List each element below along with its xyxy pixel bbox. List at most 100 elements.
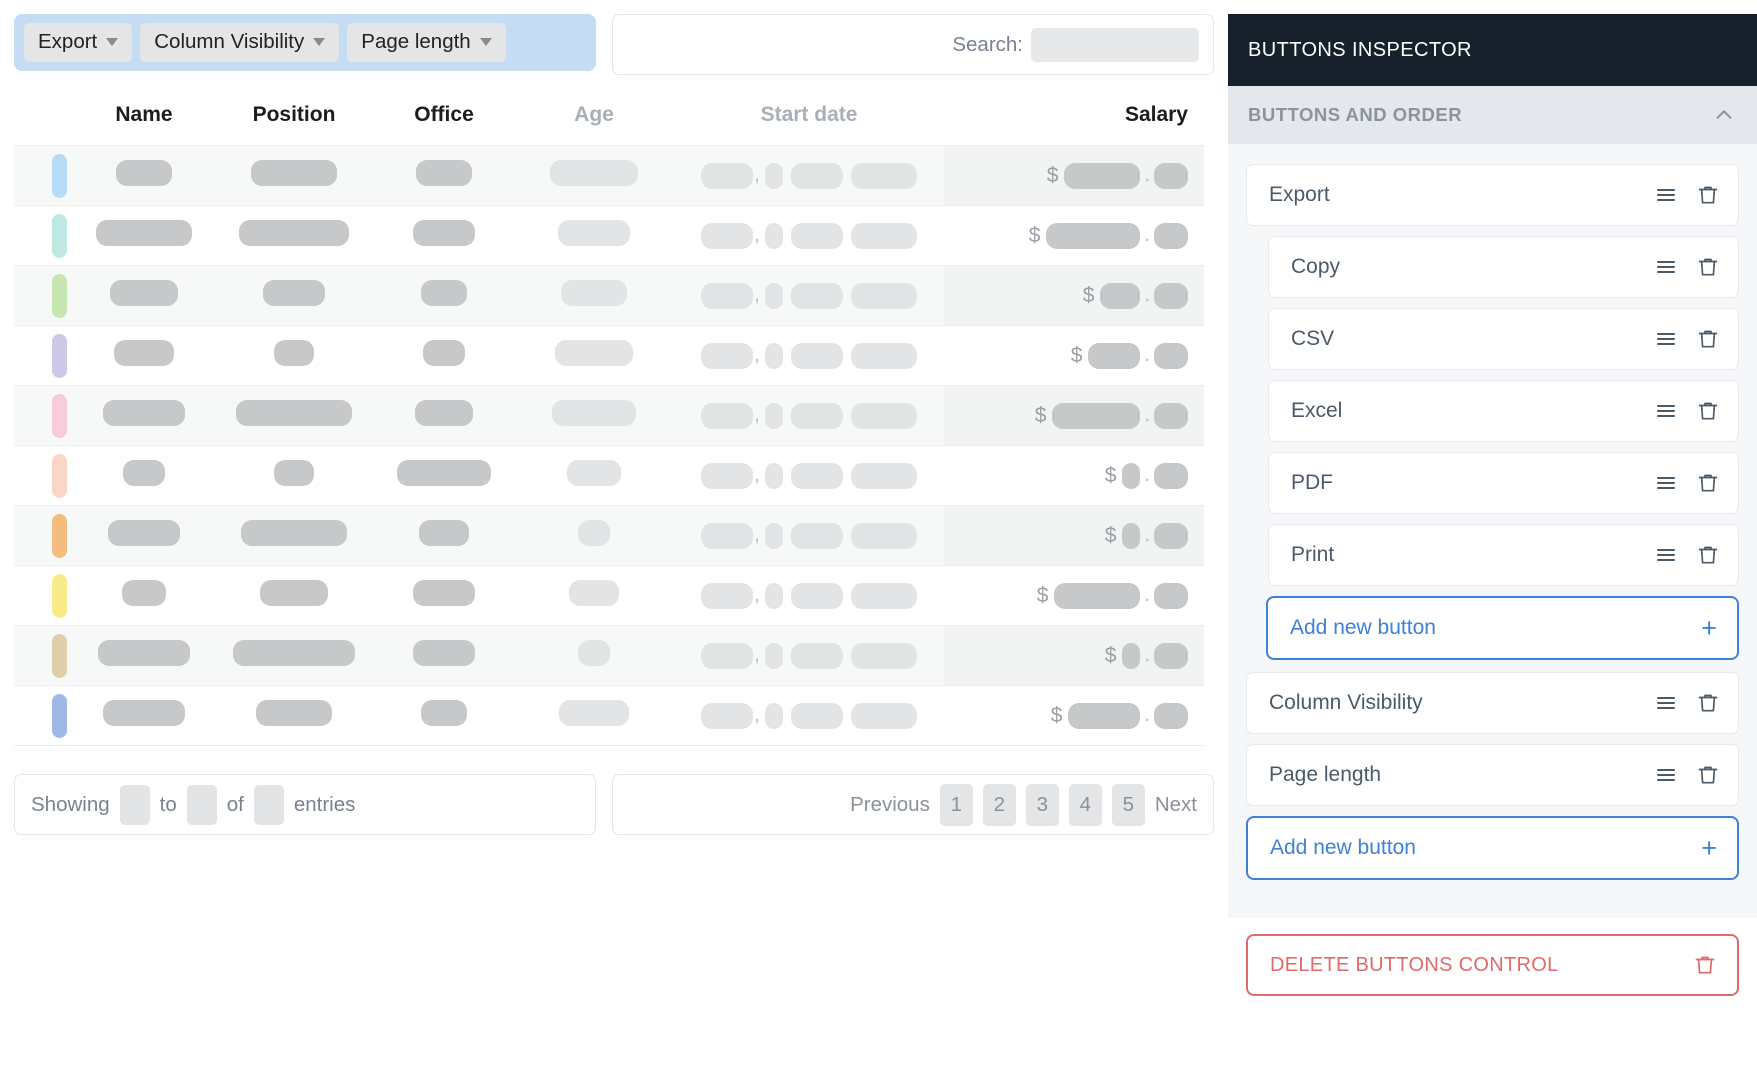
drag-handle-icon[interactable] bbox=[1654, 327, 1678, 351]
skeleton-bar bbox=[850, 702, 917, 729]
skeleton-bar bbox=[701, 222, 754, 249]
inspector-button-export[interactable]: Export bbox=[1246, 164, 1739, 226]
chevron-up-icon[interactable] bbox=[1713, 104, 1735, 126]
table-row[interactable]: , $. bbox=[14, 445, 1204, 506]
table-row[interactable]: , $. bbox=[14, 625, 1204, 686]
drag-handle-icon[interactable] bbox=[1654, 471, 1678, 495]
inspector-button-column-visibility[interactable]: Column Visibility bbox=[1246, 672, 1739, 734]
pagination-next[interactable]: Next bbox=[1155, 793, 1197, 817]
inspector-button-csv[interactable]: CSV bbox=[1268, 308, 1739, 370]
table-header-row: Name Position Office Age Start date Salary bbox=[14, 103, 1204, 146]
cell-off-skeleton bbox=[374, 385, 514, 446]
trash-icon[interactable] bbox=[1696, 471, 1720, 495]
inspector-button-pdf[interactable]: PDF bbox=[1268, 452, 1739, 514]
table-row[interactable]: , $. bbox=[14, 685, 1204, 746]
add-new-button-root[interactable]: Add new button + bbox=[1246, 816, 1739, 880]
skeleton-bar bbox=[578, 520, 610, 546]
dt-button-export[interactable]: Export bbox=[24, 23, 133, 62]
decimal-separator: . bbox=[1144, 524, 1150, 546]
trash-icon[interactable] bbox=[1693, 953, 1717, 977]
pagination-previous[interactable]: Previous bbox=[850, 793, 930, 817]
add-new-button-nested[interactable]: Add new button + bbox=[1266, 596, 1739, 660]
column-header-tag[interactable] bbox=[14, 103, 74, 146]
pagination-page-1[interactable]: 1 bbox=[939, 783, 973, 826]
showing-to: to bbox=[159, 792, 177, 816]
skeleton-bar bbox=[790, 282, 843, 309]
row-color-tag-cell bbox=[14, 265, 74, 326]
trash-icon[interactable] bbox=[1696, 183, 1720, 207]
cell-age-skeleton bbox=[514, 686, 674, 746]
column-header-age[interactable]: Age bbox=[514, 103, 674, 146]
trash-icon[interactable] bbox=[1696, 763, 1720, 787]
card-actions bbox=[1654, 763, 1720, 787]
skeleton-bar bbox=[110, 280, 178, 306]
cell-salary-skeleton: $. bbox=[944, 205, 1204, 266]
column-header-off[interactable]: Office bbox=[374, 103, 514, 146]
skeleton-bar bbox=[850, 642, 917, 669]
currency-symbol: $ bbox=[1104, 463, 1117, 487]
trash-icon[interactable] bbox=[1696, 399, 1720, 423]
column-header-start[interactable]: Start date bbox=[674, 103, 944, 146]
table-row[interactable]: , $. bbox=[14, 385, 1204, 446]
drag-handle-icon[interactable] bbox=[1654, 691, 1678, 715]
pagination-page-2[interactable]: 2 bbox=[982, 783, 1016, 826]
plus-icon[interactable]: + bbox=[1701, 834, 1717, 862]
salary-group: $. bbox=[944, 342, 1204, 369]
salary-group: $. bbox=[944, 282, 1204, 309]
trash-icon[interactable] bbox=[1696, 255, 1720, 279]
skeleton-bar bbox=[108, 520, 180, 546]
table-row[interactable]: , $. bbox=[14, 505, 1204, 566]
plus-icon[interactable]: + bbox=[1701, 614, 1717, 642]
card-actions bbox=[1654, 255, 1720, 279]
salary-group: $. bbox=[944, 162, 1204, 189]
inspector-button-excel[interactable]: Excel bbox=[1268, 380, 1739, 442]
dt-button-column-visibility[interactable]: Column Visibility bbox=[140, 23, 340, 62]
cell-age-skeleton bbox=[514, 566, 674, 626]
cell-off-skeleton bbox=[374, 566, 514, 626]
buttons-and-order-section-header[interactable]: BUTTONS AND ORDER bbox=[1228, 86, 1757, 144]
trash-icon[interactable] bbox=[1696, 691, 1720, 715]
dt-button-page-length[interactable]: Page length bbox=[347, 23, 506, 62]
pagination-page-4[interactable]: 4 bbox=[1068, 783, 1102, 826]
skeleton-bar bbox=[790, 402, 843, 429]
skeleton-bar bbox=[790, 702, 843, 729]
thousands-separator: , bbox=[754, 344, 760, 366]
inspector-button-copy[interactable]: Copy bbox=[1268, 236, 1739, 298]
search-input[interactable] bbox=[1031, 27, 1199, 62]
trash-icon[interactable] bbox=[1696, 543, 1720, 567]
column-header-name[interactable]: Name bbox=[74, 103, 214, 146]
drag-handle-icon[interactable] bbox=[1654, 183, 1678, 207]
row-color-tag bbox=[52, 633, 67, 678]
column-header-pos[interactable]: Position bbox=[214, 103, 374, 146]
skeleton-bar bbox=[415, 400, 473, 426]
inspector-button-page-length[interactable]: Page length bbox=[1246, 744, 1739, 806]
drag-handle-icon[interactable] bbox=[1654, 255, 1678, 279]
dt-button-label: Export bbox=[38, 30, 98, 53]
row-color-tag-cell bbox=[14, 206, 74, 266]
pagination-page-5[interactable]: 5 bbox=[1111, 783, 1145, 826]
cell-salary-skeleton: $. bbox=[944, 325, 1204, 386]
row-color-tag-cell bbox=[14, 625, 74, 686]
skeleton-bar bbox=[251, 160, 337, 186]
table-row[interactable]: , $. bbox=[14, 265, 1204, 326]
card-actions bbox=[1654, 543, 1720, 567]
inspector-button-print[interactable]: Print bbox=[1268, 524, 1739, 586]
column-header-salary[interactable]: Salary bbox=[944, 103, 1204, 146]
skeleton-bar bbox=[1154, 462, 1188, 489]
trash-icon[interactable] bbox=[1696, 327, 1720, 351]
delete-buttons-control[interactable]: DELETE BUTTONS CONTROL bbox=[1246, 934, 1739, 996]
skeleton-bar bbox=[421, 700, 467, 726]
skeleton-bar bbox=[790, 642, 843, 669]
row-color-tag-cell bbox=[14, 505, 74, 566]
table-row[interactable]: , $. bbox=[14, 325, 1204, 386]
salary-group: $. bbox=[944, 462, 1204, 489]
pagination-page-3[interactable]: 3 bbox=[1025, 783, 1059, 826]
table-row[interactable]: , $. bbox=[14, 205, 1204, 266]
drag-handle-icon[interactable] bbox=[1654, 543, 1678, 567]
drag-handle-icon[interactable] bbox=[1654, 763, 1678, 787]
start-date-group: , bbox=[674, 522, 944, 549]
drag-handle-icon[interactable] bbox=[1654, 399, 1678, 423]
skeleton-bar bbox=[1054, 582, 1141, 609]
table-row[interactable]: , $. bbox=[14, 565, 1204, 626]
table-row[interactable]: , $. bbox=[14, 145, 1204, 206]
